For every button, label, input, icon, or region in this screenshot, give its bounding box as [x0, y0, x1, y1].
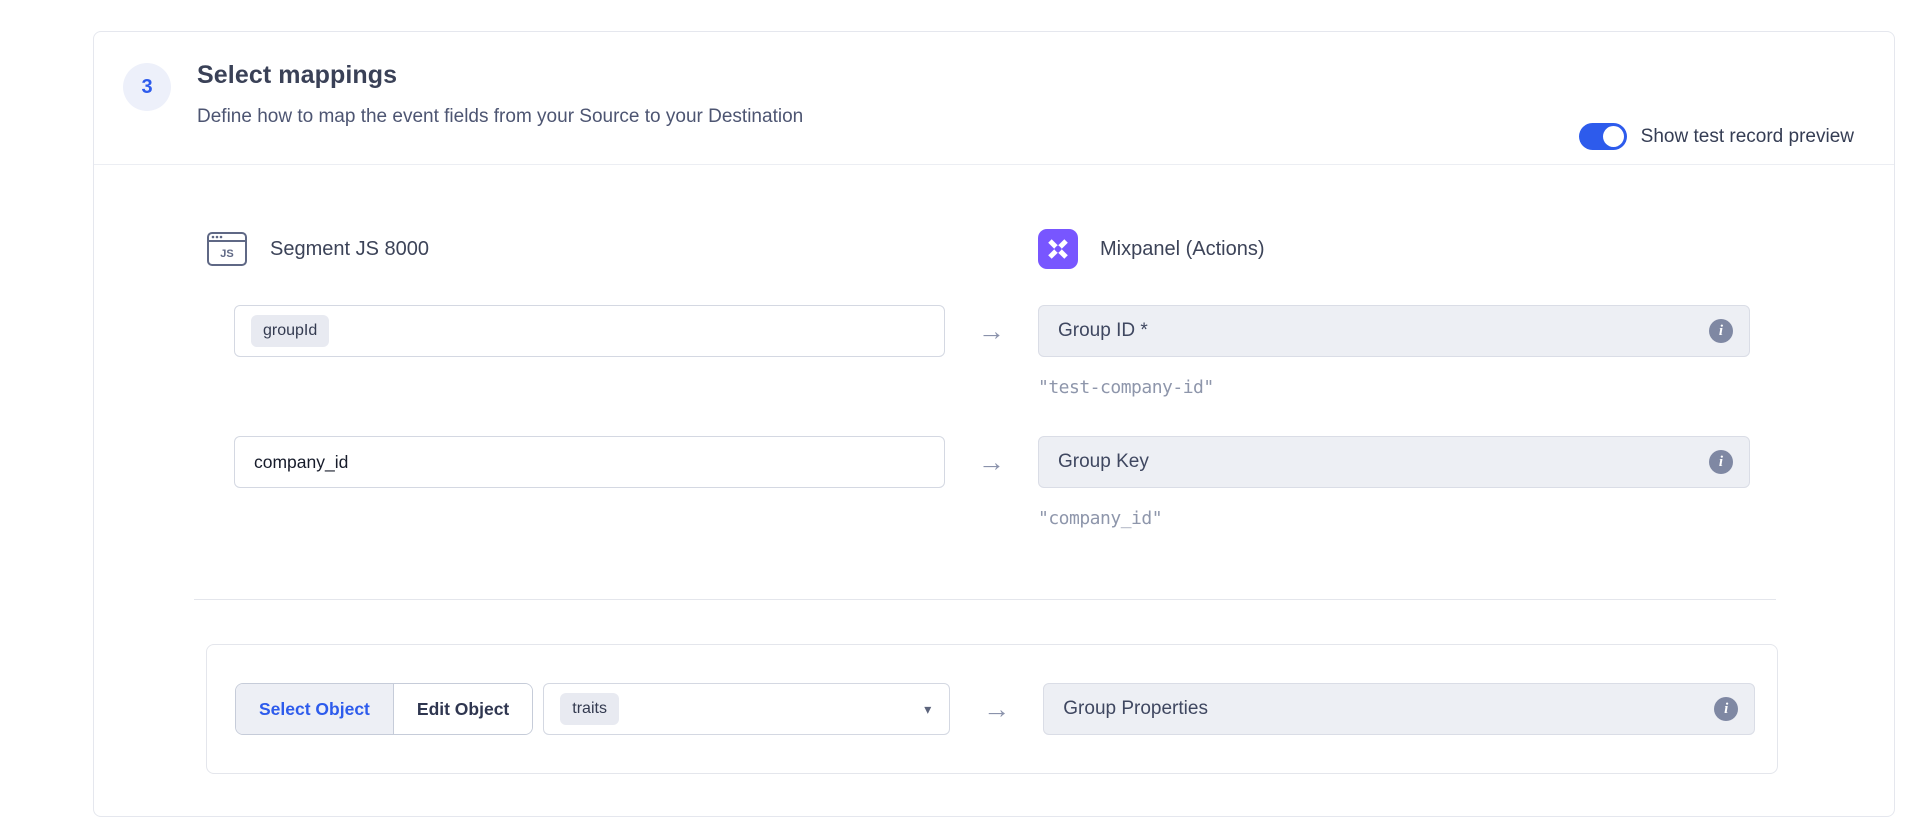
source-token[interactable]: groupId: [251, 315, 329, 347]
spacer: [234, 488, 945, 567]
page-title: Select mappings: [197, 61, 803, 90]
dropdown-token: traits: [560, 693, 619, 725]
destination-name: Mixpanel (Actions): [1100, 238, 1265, 261]
toggle-label: Show test record preview: [1641, 126, 1854, 148]
mixpanel-icon: [1038, 229, 1078, 269]
arrow-right-icon: →: [978, 449, 1005, 476]
arrow-cell: →: [945, 436, 1038, 488]
page-subtitle: Define how to map the event fields from …: [197, 106, 803, 128]
object-mode-segmented-control: Select Object Edit Object: [235, 683, 533, 735]
test-preview-value: "company_id": [1038, 508, 1750, 529]
info-icon[interactable]: i: [1714, 697, 1738, 721]
dest-field-group-key: Group Key i: [1038, 436, 1750, 488]
arrow-right-icon: →: [983, 696, 1010, 723]
source-field-input-group-key[interactable]: company_id: [234, 436, 945, 488]
step-number-badge: 3: [123, 63, 171, 111]
chevron-down-icon: ▾: [924, 701, 931, 718]
js-browser-icon: JS: [206, 229, 248, 269]
spacer: [945, 227, 1038, 305]
dest-field-group-properties: Group Properties i: [1043, 683, 1755, 735]
select-object-button[interactable]: Select Object: [236, 684, 394, 734]
arrow-right-icon: →: [978, 318, 1005, 345]
card-header: 3 Select mappings Define how to map the …: [94, 32, 1894, 165]
source-name: Segment JS 8000: [270, 238, 429, 261]
arrow-cell: →: [950, 683, 1043, 735]
dest-field-group-id: Group ID * i: [1038, 305, 1750, 357]
mappings-grid: JS Segment JS 8000 Mixpanel (Actions) gr…: [234, 227, 1750, 567]
object-mapping-card: Select Object Edit Object traits ▾ → Gro…: [206, 644, 1778, 774]
dest-field-label: Group Key: [1058, 451, 1149, 473]
select-mappings-card: 3 Select mappings Define how to map the …: [93, 31, 1895, 817]
spacer: [945, 357, 1038, 436]
source-text-value: company_id: [251, 452, 348, 473]
show-test-record-preview-toggle[interactable]: [1579, 123, 1627, 150]
spacer: [234, 357, 945, 436]
object-source-dropdown[interactable]: traits ▾: [543, 683, 950, 735]
section-divider: [194, 599, 1776, 600]
dest-field-label: Group ID *: [1058, 320, 1148, 342]
info-icon[interactable]: i: [1709, 450, 1733, 474]
toggle-knob: [1603, 126, 1624, 147]
dest-field-label: Group Properties: [1063, 698, 1208, 720]
test-preview-value: "test-company-id": [1038, 377, 1750, 398]
test-record-preview-toggle-group: Show test record preview: [1579, 123, 1854, 150]
source-column-header: JS Segment JS 8000: [206, 227, 945, 271]
info-icon[interactable]: i: [1709, 319, 1733, 343]
svg-text:JS: JS: [220, 248, 233, 260]
edit-object-button[interactable]: Edit Object: [394, 684, 532, 734]
destination-column-header: Mixpanel (Actions): [1038, 227, 1750, 271]
mappings-body: JS Segment JS 8000 Mixpanel (Actions) gr…: [94, 165, 1894, 774]
arrow-cell: →: [945, 305, 1038, 357]
header-text: Select mappings Define how to map the ev…: [197, 61, 803, 128]
source-field-input-group-id[interactable]: groupId: [234, 305, 945, 357]
spacer: [945, 488, 1038, 567]
